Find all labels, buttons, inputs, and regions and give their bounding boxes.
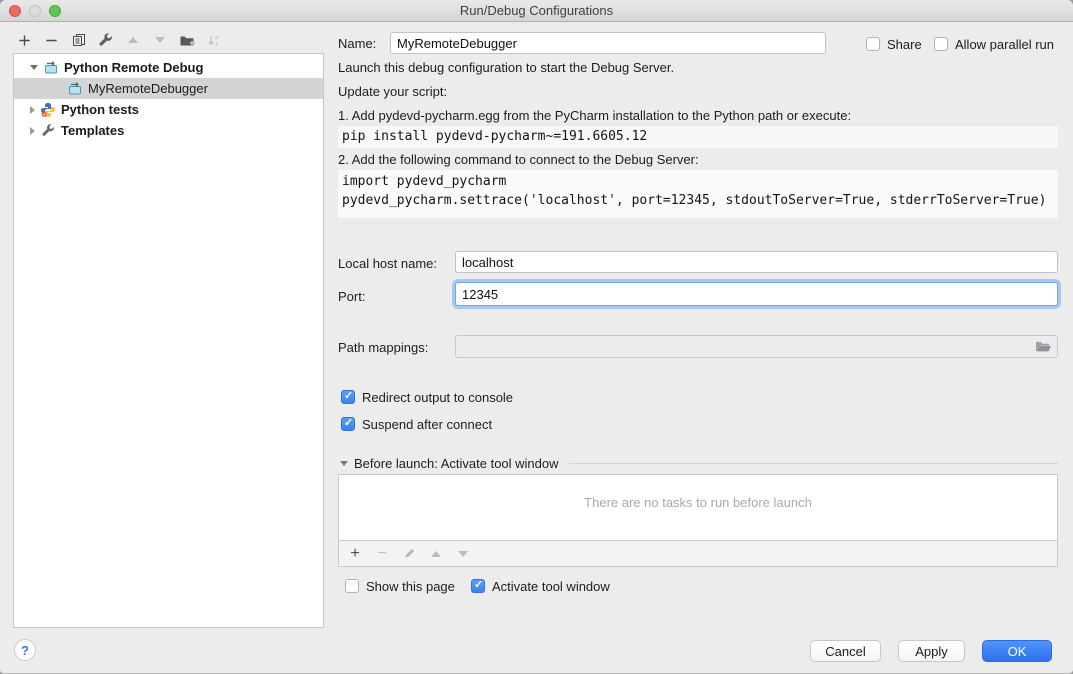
path-mappings-field[interactable] [455, 335, 1058, 358]
section-collapse-arrow-icon[interactable] [340, 461, 348, 466]
before-launch-toolbar: + − [338, 541, 1058, 567]
before-launch-title: Before launch: Activate tool window [354, 456, 559, 471]
show-this-page-checkbox[interactable]: Show this page [345, 578, 455, 594]
show-this-page-label: Show this page [366, 579, 455, 594]
before-launch-section-header[interactable]: Before launch: Activate tool window [340, 456, 1058, 471]
tree-item-python-tests[interactable]: Python tests [14, 99, 323, 120]
port-input[interactable] [455, 282, 1058, 306]
remote-debug-icon [67, 81, 83, 97]
share-checkbox[interactable]: Share [866, 36, 922, 52]
window-title: Run/Debug Configurations [460, 3, 613, 18]
minimize-button[interactable] [29, 5, 41, 17]
remove-task-icon[interactable]: − [375, 547, 389, 561]
tree-item-templates[interactable]: Templates [14, 120, 323, 141]
wrench-icon [40, 123, 56, 139]
apply-button[interactable]: Apply [898, 640, 965, 662]
tree-item-label: Python Remote Debug [64, 60, 203, 75]
name-input[interactable] [390, 32, 826, 54]
port-label: Port: [338, 289, 365, 304]
help-question-icon: ? [21, 643, 29, 658]
edit-task-icon[interactable] [402, 547, 416, 561]
step-2-text: 2. Add the following command to connect … [338, 152, 699, 167]
move-down-icon[interactable] [151, 32, 168, 49]
add-task-icon[interactable]: + [348, 547, 362, 561]
help-button[interactable]: ? [14, 639, 36, 661]
python-icon [40, 102, 56, 118]
collapsed-arrow-icon[interactable] [30, 106, 35, 114]
local-host-name-label: Local host name: [338, 256, 437, 271]
add-configuration-icon[interactable] [16, 32, 33, 49]
path-mappings-label: Path mappings: [338, 340, 428, 355]
allow-parallel-run-label: Allow parallel run [955, 37, 1054, 52]
cancel-button[interactable]: Cancel [810, 640, 881, 662]
checkbox-box[interactable] [345, 579, 359, 593]
local-host-name-input[interactable] [455, 251, 1058, 273]
configurations-toolbar: az [16, 30, 222, 50]
suspend-after-connect-label: Suspend after connect [362, 417, 492, 432]
name-label: Name: [338, 36, 376, 51]
redirect-output-label: Redirect output to console [362, 390, 513, 405]
checkbox-box[interactable] [341, 417, 355, 431]
step-1-text: 1. Add pydevd-pycharm.egg from the PyCha… [338, 108, 851, 123]
description-line-2: Update your script: [338, 84, 447, 99]
move-task-up-icon[interactable] [429, 547, 443, 561]
suspend-after-connect-checkbox[interactable]: Suspend after connect [341, 416, 492, 432]
settrace-code-block: import pydevd_pycharm pydevd_pycharm.sett… [338, 170, 1058, 218]
remote-debug-icon [43, 60, 59, 76]
remove-configuration-icon[interactable] [43, 32, 60, 49]
move-up-icon[interactable] [124, 32, 141, 49]
no-tasks-text: There are no tasks to run before launch [584, 495, 812, 510]
code-line-1: import pydevd_pycharm [342, 174, 506, 189]
svg-text:a: a [215, 34, 219, 41]
activate-tool-window-checkbox[interactable]: Activate tool window [471, 578, 610, 594]
zoom-button[interactable] [49, 5, 61, 17]
expanded-arrow-icon[interactable] [30, 65, 38, 70]
tree-item-label: Templates [61, 123, 124, 138]
tree-item-myremotedebugger[interactable]: MyRemoteDebugger [14, 78, 323, 99]
share-checkbox-label: Share [887, 37, 922, 52]
checkbox-box[interactable] [934, 37, 948, 51]
new-folder-icon[interactable] [178, 32, 195, 49]
pip-install-command: pip install pydevd-pycharm~=191.6605.12 [338, 126, 1058, 148]
activate-tool-window-label: Activate tool window [492, 579, 610, 594]
checkbox-box[interactable] [866, 37, 880, 51]
move-task-down-icon[interactable] [456, 547, 470, 561]
description-line-1: Launch this debug configuration to start… [338, 60, 674, 75]
collapsed-arrow-icon[interactable] [30, 127, 35, 135]
run-debug-configurations-dialog: Run/Debug Configurations az [0, 0, 1073, 674]
tree-item-label: Python tests [61, 102, 139, 117]
redirect-output-checkbox[interactable]: Redirect output to console [341, 389, 513, 405]
browse-folder-icon[interactable] [1035, 340, 1052, 353]
close-button[interactable] [9, 5, 21, 17]
title-bar: Run/Debug Configurations [0, 0, 1073, 22]
tree-item-python-remote-debug[interactable]: Python Remote Debug [14, 57, 323, 78]
section-rule [569, 463, 1058, 464]
tree-item-label: MyRemoteDebugger [88, 81, 208, 96]
checkbox-box[interactable] [341, 390, 355, 404]
svg-text:z: z [215, 41, 218, 48]
allow-parallel-run-checkbox[interactable]: Allow parallel run [934, 36, 1054, 52]
checkbox-box[interactable] [471, 579, 485, 593]
edit-templates-icon[interactable] [97, 32, 114, 49]
before-launch-task-list: There are no tasks to run before launch [338, 474, 1058, 541]
copy-configuration-icon[interactable] [70, 32, 87, 49]
ok-button[interactable]: OK [982, 640, 1052, 662]
traffic-lights [9, 5, 61, 17]
configurations-tree: Python Remote Debug MyRemoteDebugger Pyt… [13, 53, 324, 628]
code-line-2: pydevd_pycharm.settrace('localhost', por… [342, 193, 1046, 208]
sort-configurations-icon[interactable]: az [205, 32, 222, 49]
